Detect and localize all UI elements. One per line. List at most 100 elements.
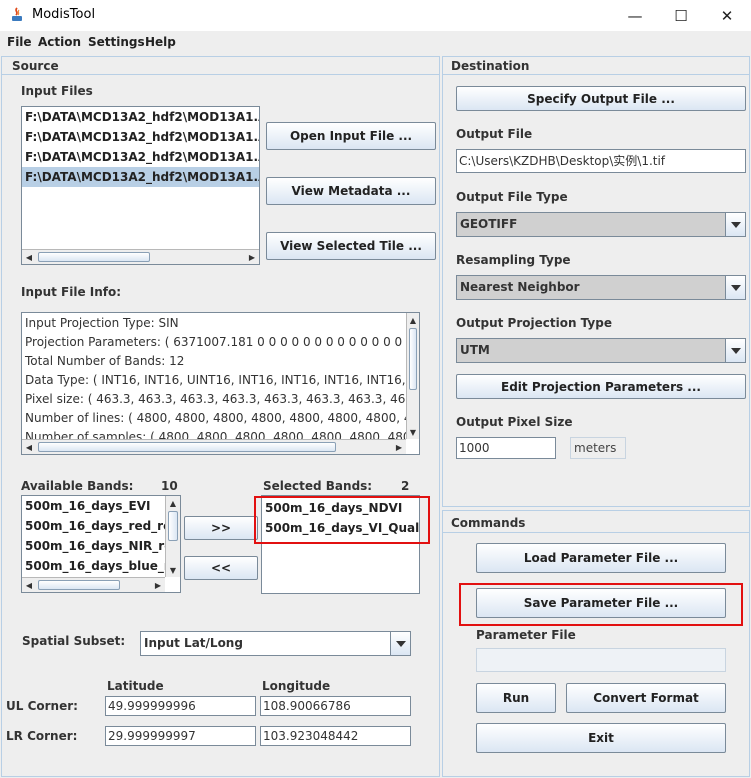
output-projection-dropdown[interactable]: UTM xyxy=(456,338,746,363)
source-header: Source xyxy=(12,59,59,73)
destination-divider xyxy=(443,74,749,75)
info-line: Pixel size: ( 463.3, 463.3, 463.3, 463.3… xyxy=(25,392,406,406)
info-line: Data Type: ( INT16, INT16, UINT16, INT16… xyxy=(25,373,406,387)
input-file-item[interactable]: F:\DATA\MCD13A2_hdf2\MOD13A1.A20200 xyxy=(22,127,259,147)
output-projection-value: UTM xyxy=(460,343,490,357)
scroll-left-icon[interactable]: ◀ xyxy=(22,578,36,592)
scroll-thumb[interactable] xyxy=(168,511,178,541)
highlight-box-selected-bands xyxy=(254,496,430,544)
commands-divider xyxy=(443,532,749,533)
scroll-thumb[interactable] xyxy=(38,442,336,452)
edit-projection-parameters-button[interactable]: Edit Projection Parameters ... xyxy=(456,374,746,399)
input-file-item[interactable]: F:\DATA\MCD13A2_hdf2\MOD13A1.A20200 xyxy=(22,147,259,167)
menu-bar: File Action Settings Help xyxy=(0,31,751,54)
ul-latitude-field[interactable]: 49.999999996 xyxy=(105,696,256,716)
parameter-file-field[interactable] xyxy=(476,648,726,672)
available-band-item[interactable]: 500m_16_days_red_refl xyxy=(22,516,165,536)
output-file-label: Output File xyxy=(456,127,533,141)
parameter-file-label: Parameter File xyxy=(476,628,576,642)
scroll-right-icon[interactable]: ▶ xyxy=(151,578,165,592)
available-bands-list[interactable]: 500m_16_days_EVI 500m_16_days_red_refl 5… xyxy=(21,495,181,593)
available-bands-label: Available Bands: xyxy=(21,479,134,493)
scroll-left-icon[interactable]: ◀ xyxy=(22,250,36,264)
scroll-right-icon[interactable]: ▶ xyxy=(245,250,259,264)
info-line: Number of lines: ( 4800, 4800, 4800, 480… xyxy=(25,411,406,425)
pixel-units-label: meters xyxy=(570,437,626,459)
convert-format-button[interactable]: Convert Format xyxy=(566,683,726,713)
info-line: Input Projection Type: SIN xyxy=(25,316,179,330)
chevron-down-icon[interactable] xyxy=(390,632,410,655)
ul-longitude-field[interactable]: 108.90066786 xyxy=(260,696,411,716)
input-file-item[interactable]: F:\DATA\MCD13A2_hdf2\MOD13A1.A20200 xyxy=(22,107,259,127)
info-vscrollbar[interactable]: ▲ ▼ xyxy=(406,313,419,439)
available-band-item[interactable]: 500m_16_days_EVI xyxy=(22,496,165,516)
resampling-type-label: Resampling Type xyxy=(456,253,571,267)
scroll-left-icon[interactable]: ◀ xyxy=(22,440,36,454)
info-hscrollbar[interactable]: ◀ ▶ xyxy=(22,439,406,454)
output-pixel-size-label: Output Pixel Size xyxy=(456,415,573,429)
menu-settings[interactable]: Settings xyxy=(88,35,145,49)
add-band-button[interactable]: >> xyxy=(184,516,258,540)
input-file-item-selected[interactable]: F:\DATA\MCD13A2_hdf2\MOD13A1.A20200 xyxy=(22,167,259,187)
input-files-label: Input Files xyxy=(21,84,93,98)
lr-longitude-field[interactable]: 103.923048442 xyxy=(260,726,411,746)
output-file-type-label: Output File Type xyxy=(456,190,568,204)
run-button[interactable]: Run xyxy=(476,683,556,713)
selected-bands-count: 2 xyxy=(401,479,410,493)
source-divider xyxy=(2,74,439,75)
output-pixel-size-field[interactable]: 1000 xyxy=(456,437,556,459)
scroll-thumb[interactable] xyxy=(38,580,120,590)
chevron-down-icon[interactable] xyxy=(725,213,745,236)
view-metadata-button[interactable]: View Metadata ... xyxy=(266,177,436,205)
latitude-label: Latitude xyxy=(107,679,164,693)
bands-vscrollbar[interactable]: ▲ ▼ xyxy=(165,496,180,577)
minimize-button[interactable]: — xyxy=(612,0,658,31)
scroll-up-icon[interactable]: ▲ xyxy=(166,496,180,510)
input-files-list[interactable]: F:\DATA\MCD13A2_hdf2\MOD13A1.A20200 F:\D… xyxy=(21,106,260,265)
info-line: Total Number of Bands: 12 xyxy=(25,354,185,368)
resampling-type-value: Nearest Neighbor xyxy=(460,280,580,294)
ul-corner-label: UL Corner: xyxy=(6,699,78,713)
app-icon xyxy=(9,7,25,23)
output-file-field[interactable]: C:\Users\KZDHB\Desktop\实例\1.tif xyxy=(456,149,746,173)
scroll-thumb[interactable] xyxy=(38,252,150,262)
view-selected-tile-button[interactable]: View Selected Tile ... xyxy=(266,232,436,260)
lr-corner-label: LR Corner: xyxy=(6,729,78,743)
available-band-item[interactable]: 500m_16_days_blue_ref xyxy=(22,556,165,576)
scroll-thumb[interactable] xyxy=(409,328,417,390)
menu-action[interactable]: Action xyxy=(38,35,81,49)
scroll-up-icon[interactable]: ▲ xyxy=(407,313,419,327)
scroll-down-icon[interactable]: ▼ xyxy=(166,563,180,577)
output-file-type-value: GEOTIFF xyxy=(460,217,518,231)
scroll-right-icon[interactable]: ▶ xyxy=(392,440,406,454)
input-file-info-label: Input File Info: xyxy=(21,285,122,299)
chevron-down-icon[interactable] xyxy=(725,276,745,299)
specify-output-file-button[interactable]: Specify Output File ... xyxy=(456,86,746,111)
selected-bands-label: Selected Bands: xyxy=(263,479,373,493)
chevron-down-icon[interactable] xyxy=(725,339,745,362)
highlight-box-save-parameter xyxy=(459,583,743,626)
output-file-type-dropdown[interactable]: GEOTIFF xyxy=(456,212,746,237)
info-line: Projection Parameters: ( 6371007.181 0 0… xyxy=(25,335,406,349)
remove-band-button[interactable]: << xyxy=(184,556,258,580)
window-title: ModisTool xyxy=(32,7,96,22)
load-parameter-file-button[interactable]: Load Parameter File ... xyxy=(476,543,726,573)
input-file-info-box[interactable]: Input Projection Type: SIN Projection Pa… xyxy=(21,312,420,455)
input-files-hscrollbar[interactable]: ◀ ▶ xyxy=(22,249,259,264)
spatial-subset-value: Input Lat/Long xyxy=(144,636,243,650)
available-band-item[interactable]: 500m_16_days_NIR_refl xyxy=(22,536,165,556)
available-bands-count: 10 xyxy=(161,479,178,493)
menu-file[interactable]: File xyxy=(7,35,32,49)
open-input-file-button[interactable]: Open Input File ... xyxy=(266,122,436,150)
spatial-subset-dropdown[interactable]: Input Lat/Long xyxy=(140,631,411,656)
exit-button[interactable]: Exit xyxy=(476,723,726,753)
destination-header: Destination xyxy=(451,59,530,73)
resampling-type-dropdown[interactable]: Nearest Neighbor xyxy=(456,275,746,300)
maximize-button[interactable]: ☐ xyxy=(658,0,704,31)
output-projection-label: Output Projection Type xyxy=(456,316,612,330)
close-button[interactable]: ✕ xyxy=(704,0,750,31)
lr-latitude-field[interactable]: 29.999999997 xyxy=(105,726,256,746)
bands-hscrollbar[interactable]: ◀ ▶ xyxy=(22,577,165,592)
scroll-down-icon[interactable]: ▼ xyxy=(407,425,419,439)
menu-help[interactable]: Help xyxy=(145,35,176,49)
